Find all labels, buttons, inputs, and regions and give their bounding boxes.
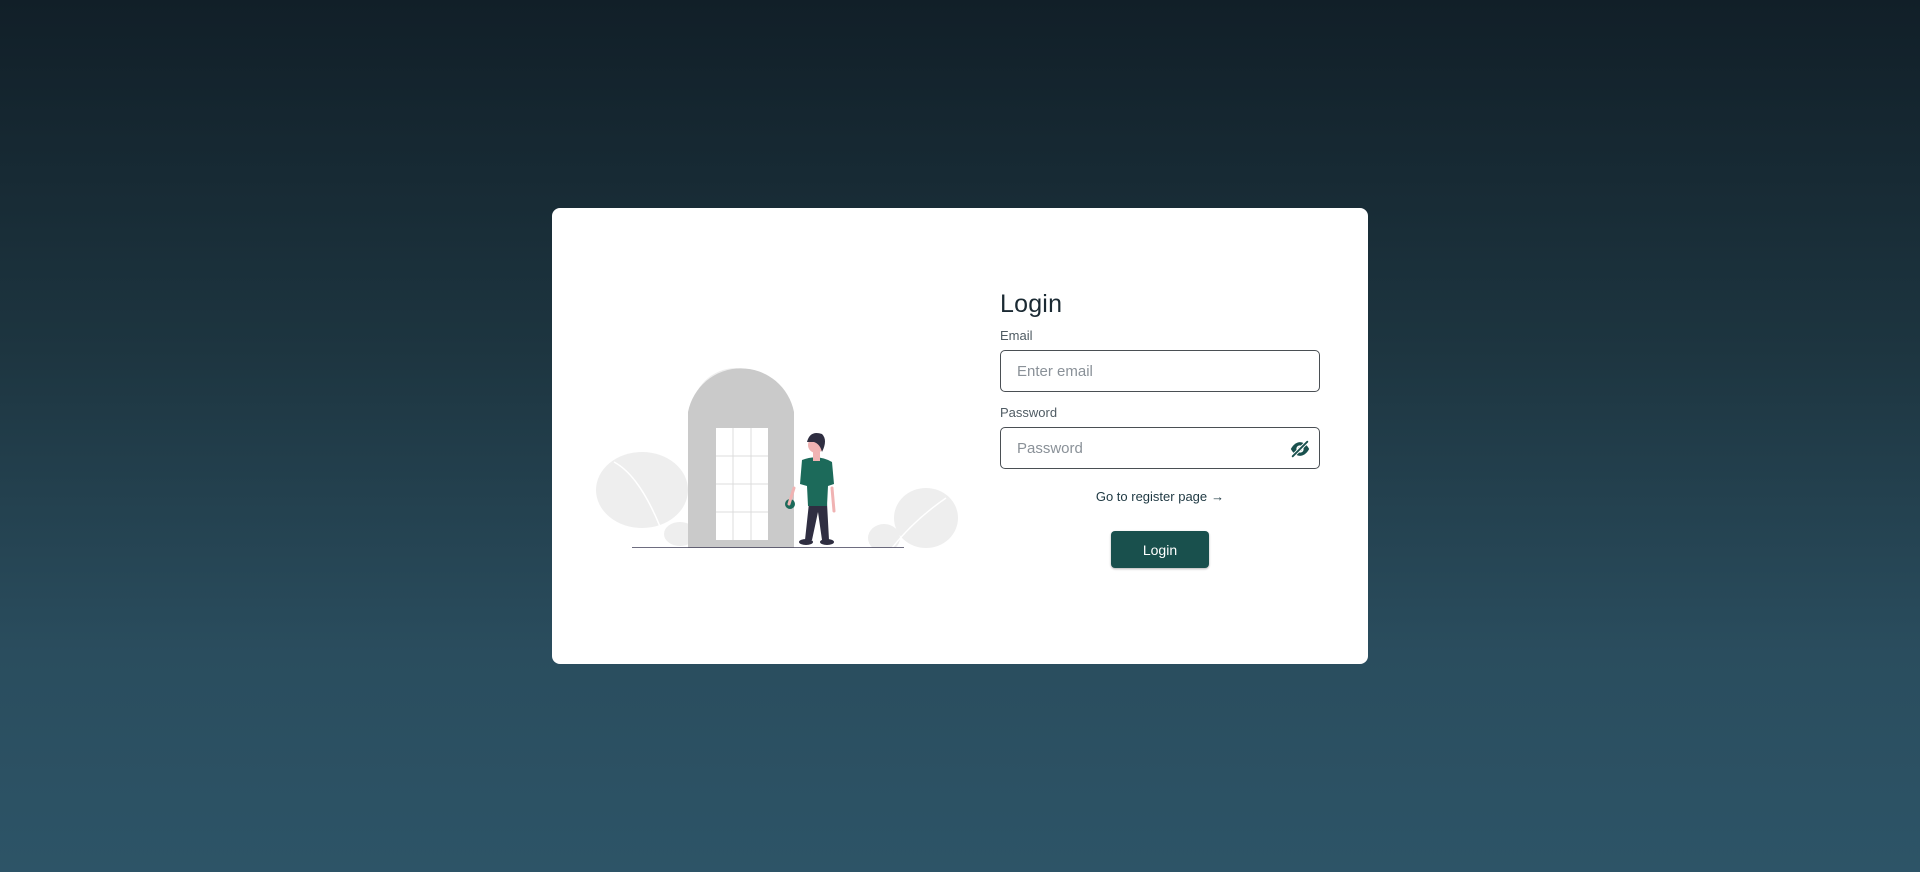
register-link-label: Go to register page <box>1095 489 1208 504</box>
door-window <box>716 428 768 540</box>
left-plant <box>596 452 696 548</box>
email-field-wrapper <box>1000 350 1320 392</box>
password-field[interactable] <box>1001 428 1319 468</box>
login-form: Login Email Password Go to register page… <box>1000 288 1320 568</box>
login-card: Login Email Password Go to register page… <box>552 208 1368 664</box>
arrow-right-icon: → <box>1211 489 1225 504</box>
login-button[interactable]: Login <box>1111 531 1209 568</box>
door-illustration <box>596 368 958 548</box>
email-label: Email <box>1000 328 1033 343</box>
password-field-wrapper <box>1000 427 1320 469</box>
submit-row: Login <box>1000 531 1320 568</box>
login-title: Login <box>1000 290 1063 318</box>
password-label: Password <box>1000 405 1058 420</box>
register-link[interactable]: Go to register page → <box>1000 489 1320 505</box>
right-plant <box>868 488 958 548</box>
eye-slash-icon[interactable] <box>1289 438 1311 460</box>
email-field[interactable] <box>1001 351 1319 391</box>
